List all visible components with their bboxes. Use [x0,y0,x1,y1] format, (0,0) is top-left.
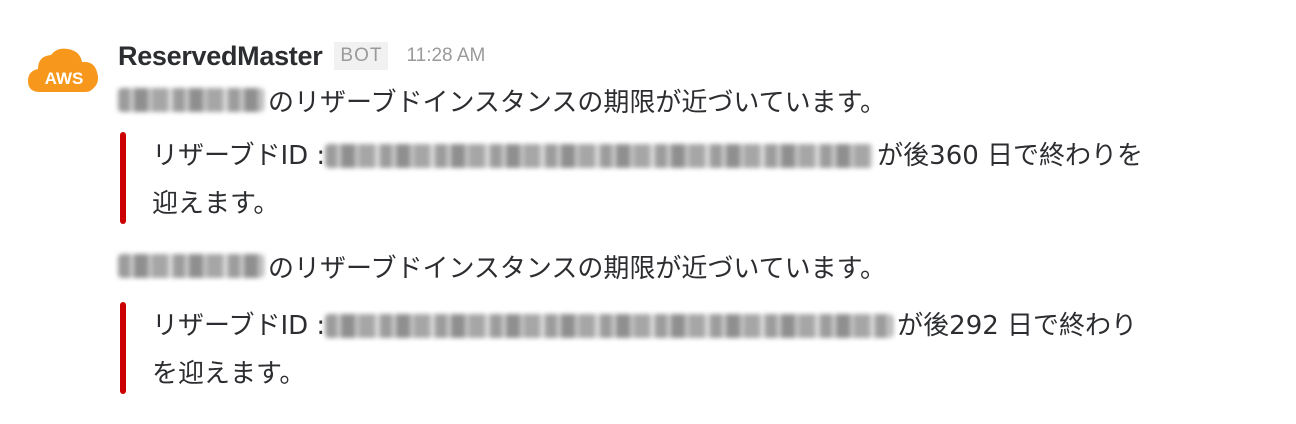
attachment-bar [120,302,126,394]
attachment-bar [120,132,126,224]
sender-name[interactable]: ReservedMaster [118,41,323,72]
message-body: のリザーブドインスタンスの期限が近づいています。 [268,253,887,284]
reserved-id-label: リザーブドID : [152,141,326,171]
avatar-label: AWS [45,69,84,88]
bot-badge: BOT [334,42,389,70]
redacted-reserved-id [325,314,894,338]
expiry-text-continued: 迎えます。 [152,189,280,219]
reserved-id-label: リザーブドID : [152,311,326,341]
message-text: のリザーブドインスタンスの期限が近づいています。 [118,80,886,120]
message-body: のリザーブドインスタンスの期限が近づいています。 [268,87,887,118]
expiry-text: が後360 日で終わりを [877,141,1144,171]
attachment-text: リザーブドID : が後292 日で終わり を迎えます。 [152,302,1232,398]
attachment-text: リザーブドID : が後360 日で終わりを 迎えます。 [152,132,1232,228]
expiry-text-continued: を迎えます。 [152,359,306,389]
aws-cloud-icon[interactable]: AWS [26,46,102,96]
redacted-account [118,254,264,278]
message-text: のリザーブドインスタンスの期限が近づいています。 [118,246,886,286]
redacted-account [118,88,264,112]
timestamp[interactable]: 11:28 AM [406,45,485,67]
expiry-text: が後292 日で終わり [897,311,1138,341]
redacted-reserved-id [325,144,874,168]
message-header: ReservedMaster BOT 11:28 AM [118,38,485,74]
message-group: AWS ReservedMaster BOT 11:28 AM のリザーブドイン… [0,0,1296,424]
